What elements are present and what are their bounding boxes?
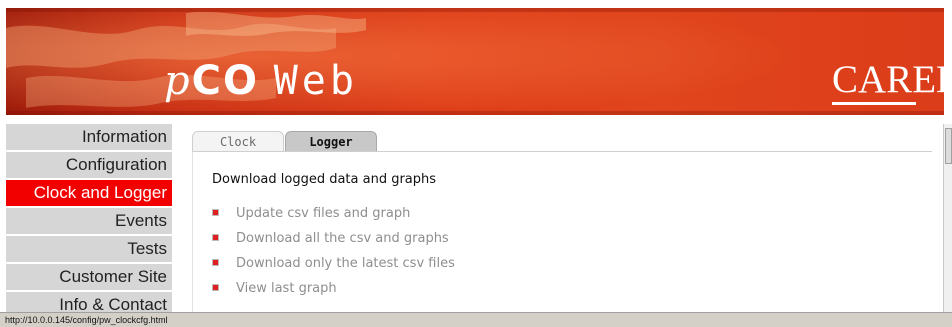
carel-logo: CAREL: [832, 58, 944, 101]
pcoweb-logo-p: p: [164, 58, 192, 104]
header-banner: pCO Web CAREL: [6, 8, 944, 115]
browser-status-bar: http://10.0.0.145/config/pw_clockcfg.htm…: [0, 312, 952, 327]
bullet-icon: [212, 209, 219, 216]
tab-logger[interactable]: Logger: [285, 131, 377, 151]
pcoweb-logo-co: CO: [191, 58, 259, 104]
sidebar-item-configuration[interactable]: Configuration: [6, 152, 172, 178]
logger-panel: Download logged data and graphs Update c…: [192, 151, 932, 327]
sidebar-item-tests[interactable]: Tests: [6, 236, 172, 262]
bullet-icon: [212, 259, 219, 266]
download-all-link[interactable]: Download all the csv and graphs: [236, 230, 449, 248]
pcoweb-logo: pCO Web: [164, 56, 358, 106]
update-csv-link[interactable]: Update csv files and graph: [236, 205, 410, 223]
scrollbar-thumb[interactable]: [945, 128, 952, 164]
sidebar-nav: Information Configuration Clock and Logg…: [6, 124, 172, 320]
sidebar-item-events[interactable]: Events: [6, 208, 172, 234]
sidebar-item-information[interactable]: Information: [6, 124, 172, 150]
panel-heading: Download logged data and graphs: [212, 172, 437, 187]
vertical-scrollbar[interactable]: [943, 124, 952, 312]
world-map-image: [6, 8, 944, 115]
pcoweb-logo-web: Web: [273, 58, 358, 104]
tab-clock[interactable]: Clock: [192, 131, 284, 151]
carel-logo-underline: [832, 102, 916, 105]
bullet-icon: [212, 234, 219, 241]
sidebar-item-clock-and-logger[interactable]: Clock and Logger: [6, 180, 172, 206]
view-last-graph-link[interactable]: View last graph: [236, 280, 337, 298]
browser-viewport: pCO Web CAREL Information Configuration …: [0, 0, 952, 327]
bullet-icon: [212, 284, 219, 291]
download-latest-csv-link[interactable]: Download only the latest csv files: [236, 255, 455, 273]
sidebar-item-customer-site[interactable]: Customer Site: [6, 264, 172, 290]
status-url: http://10.0.0.145/config/pw_clockcfg.htm…: [5, 315, 168, 325]
